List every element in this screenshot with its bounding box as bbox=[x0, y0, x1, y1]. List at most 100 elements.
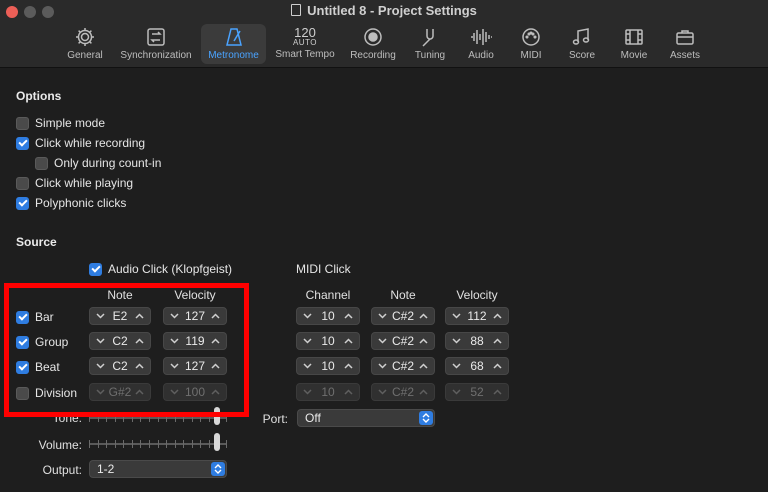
bar-midi-note-stepper[interactable]: C#2 bbox=[371, 307, 435, 325]
beat-channel-stepper[interactable]: 10 bbox=[296, 357, 360, 375]
slider-tick bbox=[183, 440, 184, 448]
division-midi-note-stepper: C#2 bbox=[371, 383, 435, 401]
click-while-playing-checkbox[interactable]: Click while playing bbox=[16, 176, 133, 190]
slider-tick bbox=[209, 440, 210, 448]
only-during-count-in-checkbox[interactable]: Only during count-in bbox=[35, 156, 161, 170]
popup-arrows-icon bbox=[419, 411, 433, 425]
slider-tick bbox=[200, 440, 201, 448]
audio-click-checkbox[interactable]: Audio Click (Klopfgeist) bbox=[89, 262, 232, 276]
chevron-down-icon[interactable] bbox=[378, 313, 387, 319]
slider-tick bbox=[123, 440, 124, 448]
group-channel-stepper[interactable]: 10 bbox=[296, 332, 360, 350]
briefcase-icon bbox=[676, 30, 694, 45]
tab-synchronization[interactable]: Synchronization bbox=[114, 24, 198, 64]
checkbox-box[interactable] bbox=[16, 176, 29, 190]
output-popup[interactable]: 1-2 bbox=[89, 460, 227, 478]
slider-tick bbox=[192, 440, 193, 448]
slider-tick bbox=[149, 440, 150, 448]
source-heading: Source bbox=[16, 235, 57, 249]
waveform-icon bbox=[471, 29, 492, 45]
midi-velocity-column-header: Velocity bbox=[456, 288, 498, 302]
record-icon bbox=[364, 28, 382, 46]
chevron-down-icon[interactable] bbox=[303, 363, 312, 369]
chevron-down-icon[interactable] bbox=[452, 338, 461, 344]
beat-midi-velocity-stepper[interactable]: 68 bbox=[445, 357, 509, 375]
tab-metronome[interactable]: Metronome bbox=[201, 24, 266, 64]
checkbox-box[interactable] bbox=[16, 116, 29, 130]
gear-icon bbox=[76, 28, 94, 46]
slider-thumb[interactable] bbox=[214, 433, 220, 451]
chevron-down-icon bbox=[378, 389, 387, 395]
notes-icon bbox=[572, 28, 590, 45]
volume-slider[interactable] bbox=[89, 433, 227, 451]
volume-label: Volume: bbox=[38, 438, 82, 452]
slider-tick bbox=[89, 440, 90, 448]
chevron-down-icon bbox=[303, 389, 312, 395]
simple-mode-checkbox[interactable]: Simple mode bbox=[16, 116, 105, 130]
metronome-icon bbox=[225, 28, 242, 46]
slider-tick bbox=[106, 440, 107, 448]
film-icon bbox=[625, 29, 643, 45]
chevron-down-icon[interactable] bbox=[452, 313, 461, 319]
checkbox-box[interactable] bbox=[16, 196, 29, 210]
click-while-recording-checkbox[interactable]: Click while recording bbox=[16, 136, 145, 150]
slider-tick bbox=[226, 440, 227, 448]
beat-midi-note-stepper[interactable]: C#2 bbox=[371, 357, 435, 375]
chevron-up-icon[interactable] bbox=[419, 338, 428, 344]
chevron-up-icon[interactable] bbox=[493, 313, 502, 319]
group-midi-velocity-stepper[interactable]: 88 bbox=[445, 332, 509, 350]
midi-note-column-header: Note bbox=[390, 288, 416, 302]
tab-recording[interactable]: Recording bbox=[345, 24, 401, 64]
chevron-up-icon bbox=[493, 389, 502, 395]
slider-tick bbox=[166, 440, 167, 448]
bar-channel-stepper[interactable]: 10 bbox=[296, 307, 360, 325]
division-midi-velocity-stepper: 52 bbox=[445, 383, 509, 401]
chevron-down-icon bbox=[452, 389, 461, 395]
chevron-down-icon[interactable] bbox=[303, 338, 312, 344]
chevron-up-icon[interactable] bbox=[344, 313, 353, 319]
chevron-down-icon[interactable] bbox=[303, 313, 312, 319]
tab-tuning[interactable]: Tuning bbox=[409, 24, 451, 64]
slider-tick bbox=[175, 440, 176, 448]
midi-click-label: MIDI Click bbox=[296, 262, 351, 276]
slider-tick bbox=[140, 440, 141, 448]
tab-general[interactable]: General bbox=[62, 24, 108, 64]
slider-tick bbox=[158, 440, 159, 448]
options-heading: Options bbox=[16, 89, 62, 103]
chevron-up-icon[interactable] bbox=[493, 363, 502, 369]
chevron-up-icon[interactable] bbox=[419, 313, 428, 319]
checkbox-box[interactable] bbox=[89, 262, 102, 276]
chevron-up-icon[interactable] bbox=[493, 338, 502, 344]
checkbox-box[interactable] bbox=[16, 136, 29, 150]
tab-audio[interactable]: Audio bbox=[459, 24, 503, 64]
division-channel-stepper: 10 bbox=[296, 383, 360, 401]
port-popup[interactable]: Off bbox=[297, 409, 435, 427]
chevron-down-icon[interactable] bbox=[452, 363, 461, 369]
slider-tick bbox=[115, 440, 116, 448]
window-toolbar: Untitled 8 - Project Settings General Sy… bbox=[0, 0, 768, 68]
slider-tick bbox=[132, 440, 133, 448]
chevron-down-icon[interactable] bbox=[378, 338, 387, 344]
sync-icon bbox=[147, 28, 165, 46]
popup-arrows-icon bbox=[211, 462, 225, 476]
chevron-down-icon[interactable] bbox=[378, 363, 387, 369]
tuning-fork-icon bbox=[422, 29, 434, 47]
chevron-up-icon[interactable] bbox=[419, 363, 428, 369]
output-label: Output: bbox=[42, 463, 82, 477]
tab-smart-tempo[interactable]: 120 AUTO Smart Tempo bbox=[270, 24, 340, 64]
bar-midi-velocity-stepper[interactable]: 112 bbox=[445, 307, 509, 325]
midi-port-icon bbox=[522, 28, 540, 46]
document-icon bbox=[291, 4, 302, 16]
chevron-up-icon[interactable] bbox=[344, 363, 353, 369]
tab-assets[interactable]: Assets bbox=[664, 24, 706, 64]
group-midi-note-stepper[interactable]: C#2 bbox=[371, 332, 435, 350]
polyphonic-clicks-checkbox[interactable]: Polyphonic clicks bbox=[16, 196, 126, 210]
tab-score[interactable]: Score bbox=[561, 24, 603, 64]
chevron-up-icon[interactable] bbox=[344, 338, 353, 344]
tab-midi[interactable]: MIDI bbox=[511, 24, 551, 64]
checkbox-box[interactable] bbox=[35, 156, 48, 170]
highlight-annotation-box bbox=[4, 283, 249, 417]
slider-tick bbox=[98, 440, 99, 448]
tab-movie[interactable]: Movie bbox=[612, 24, 656, 64]
window-title: Untitled 8 - Project Settings bbox=[0, 3, 768, 18]
